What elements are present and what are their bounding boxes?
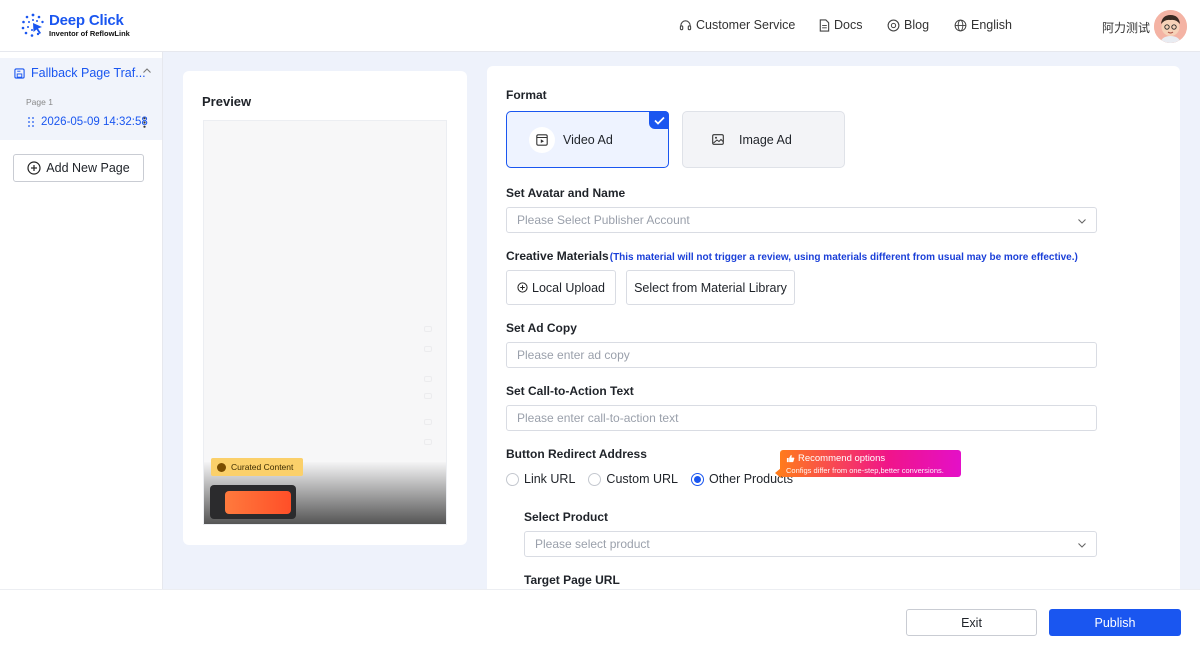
radio-button[interactable]	[690, 472, 704, 486]
select-product-label: Select Product	[524, 510, 609, 524]
curated-label: Curated Content	[231, 462, 294, 472]
thumbs-up-icon	[786, 454, 795, 463]
image-icon	[705, 127, 731, 153]
redirect-radio-group: Link URL Custom URL Other Products	[506, 472, 806, 486]
logo-subtitle: Inventor of ReflowLink	[49, 28, 130, 38]
redirect-address-label: Button Redirect Address	[506, 447, 647, 461]
format-option-label: Image Ad	[739, 132, 792, 147]
document-icon	[819, 18, 830, 32]
check-icon	[649, 111, 669, 129]
select-placeholder: Please select product	[535, 537, 650, 551]
chevron-down-icon	[1078, 543, 1086, 548]
material-library-button[interactable]: Select from Material Library	[626, 270, 795, 305]
publisher-account-select[interactable]: Please Select Publisher Account	[506, 207, 1097, 233]
format-option-label: Video Ad	[563, 132, 613, 147]
format-label: Format	[506, 88, 547, 102]
radio-label: Link URL	[524, 472, 576, 486]
top-header: Deep Click Inventor of ReflowLink Custom…	[0, 0, 1200, 52]
star-icon	[217, 462, 226, 472]
headset-icon	[679, 19, 692, 30]
sidebar-group-label: Fallback Page Traf...	[31, 66, 146, 80]
plus-circle-icon	[27, 161, 41, 175]
creative-materials-label: Creative Materials(This material will no…	[506, 249, 1078, 263]
logo-icon	[20, 12, 46, 38]
recommend-tooltip: Recommend options Configs differ from on…	[775, 450, 961, 478]
save-icon	[14, 67, 25, 79]
cta-text-label: Set Call-to-Action Text	[506, 384, 634, 398]
recommend-subtitle: Configs differ from one-step,better conv…	[786, 466, 944, 475]
curated-content-badge: Curated Content	[211, 458, 304, 476]
faint-icon	[424, 326, 432, 332]
faint-icon	[424, 393, 432, 399]
nav-label: Blog	[904, 18, 930, 32]
more-vertical-icon[interactable]	[143, 117, 146, 128]
preview-title: Preview	[202, 94, 252, 109]
add-new-page-button[interactable]: Add New Page	[13, 154, 144, 182]
sidebar-pages: Page 1 2026-05-09 14:32:58	[0, 88, 162, 140]
page-item-label: 2026-05-09 14:32:58	[41, 116, 148, 128]
faint-icon	[424, 346, 432, 352]
avatar[interactable]	[1154, 10, 1187, 43]
recommend-title: Recommend options	[798, 453, 886, 464]
blog-icon	[887, 19, 900, 31]
logo[interactable]: Deep Click Inventor of ReflowLink	[20, 12, 130, 38]
radio-label: Custom URL	[606, 472, 678, 486]
chevron-down-icon	[1078, 219, 1086, 224]
ad-copy-input[interactable]	[506, 342, 1097, 368]
target-page-url-label: Target Page URL	[524, 573, 620, 587]
radio-link-url[interactable]: Link URL	[506, 472, 575, 486]
user-name[interactable]: 阿力测试	[1102, 19, 1150, 36]
radio-custom-url[interactable]: Custom URL	[588, 472, 678, 486]
cta-text-input[interactable]	[506, 405, 1097, 431]
chevron-up-icon[interactable]	[142, 66, 152, 76]
local-upload-label: Local Upload	[532, 280, 605, 295]
preview-cta-container	[210, 485, 296, 519]
radio-button[interactable]	[588, 472, 602, 486]
ad-copy-label: Set Ad Copy	[506, 321, 577, 335]
video-icon	[529, 126, 555, 153]
exit-button[interactable]: Exit	[906, 609, 1037, 636]
drag-handle-icon[interactable]	[28, 117, 34, 127]
nav-label: Customer Service	[696, 18, 796, 32]
format-video-ad[interactable]: Video Ad	[506, 111, 669, 168]
add-new-page-label: Add New Page	[46, 161, 130, 175]
nav-customer-service[interactable]: Customer Service	[679, 18, 795, 32]
avatar-name-label: Set Avatar and Name	[506, 186, 626, 200]
nav-label: English	[971, 18, 1012, 32]
sidebar-group-fallback[interactable]: Fallback Page Traf...	[0, 58, 162, 88]
logo-title: Deep Click	[49, 11, 124, 29]
sidebar-page-item[interactable]: 2026-05-09 14:32:58	[28, 116, 148, 128]
faint-icon	[424, 419, 432, 425]
faint-icon	[424, 376, 432, 382]
upload-icon	[517, 282, 528, 293]
local-upload-button[interactable]: Local Upload	[506, 270, 616, 305]
material-library-label: Select from Material Library	[634, 280, 787, 295]
creative-materials-note: (This material will not trigger a review…	[609, 252, 1078, 263]
nav-docs[interactable]: Docs	[818, 18, 862, 32]
publish-button[interactable]: Publish	[1049, 609, 1181, 636]
phone-preview: Curated Content	[203, 120, 447, 525]
format-image-ad[interactable]: Image Ad	[682, 111, 845, 168]
preview-panel: Preview Curated Content	[183, 71, 467, 545]
nav-language[interactable]: English	[954, 18, 1012, 32]
sidebar: Fallback Page Traf... Page 1 2026-05-09 …	[0, 52, 163, 589]
select-placeholder: Please Select Publisher Account	[517, 213, 690, 227]
ad-form: Format Video Ad Image Ad Set Avatar and …	[487, 66, 1180, 596]
nav-label: Docs	[834, 18, 863, 32]
creative-materials-title: Creative Materials	[506, 249, 609, 263]
page-group-label: Page 1	[26, 97, 53, 107]
faint-icon	[424, 439, 432, 445]
footer-bar: Exit Publish	[0, 589, 1200, 654]
globe-icon	[954, 19, 967, 31]
product-select[interactable]: Please select product	[524, 531, 1097, 557]
radio-button[interactable]	[506, 472, 519, 486]
preview-cta-button	[225, 491, 291, 514]
nav-blog[interactable]: Blog	[887, 18, 929, 32]
